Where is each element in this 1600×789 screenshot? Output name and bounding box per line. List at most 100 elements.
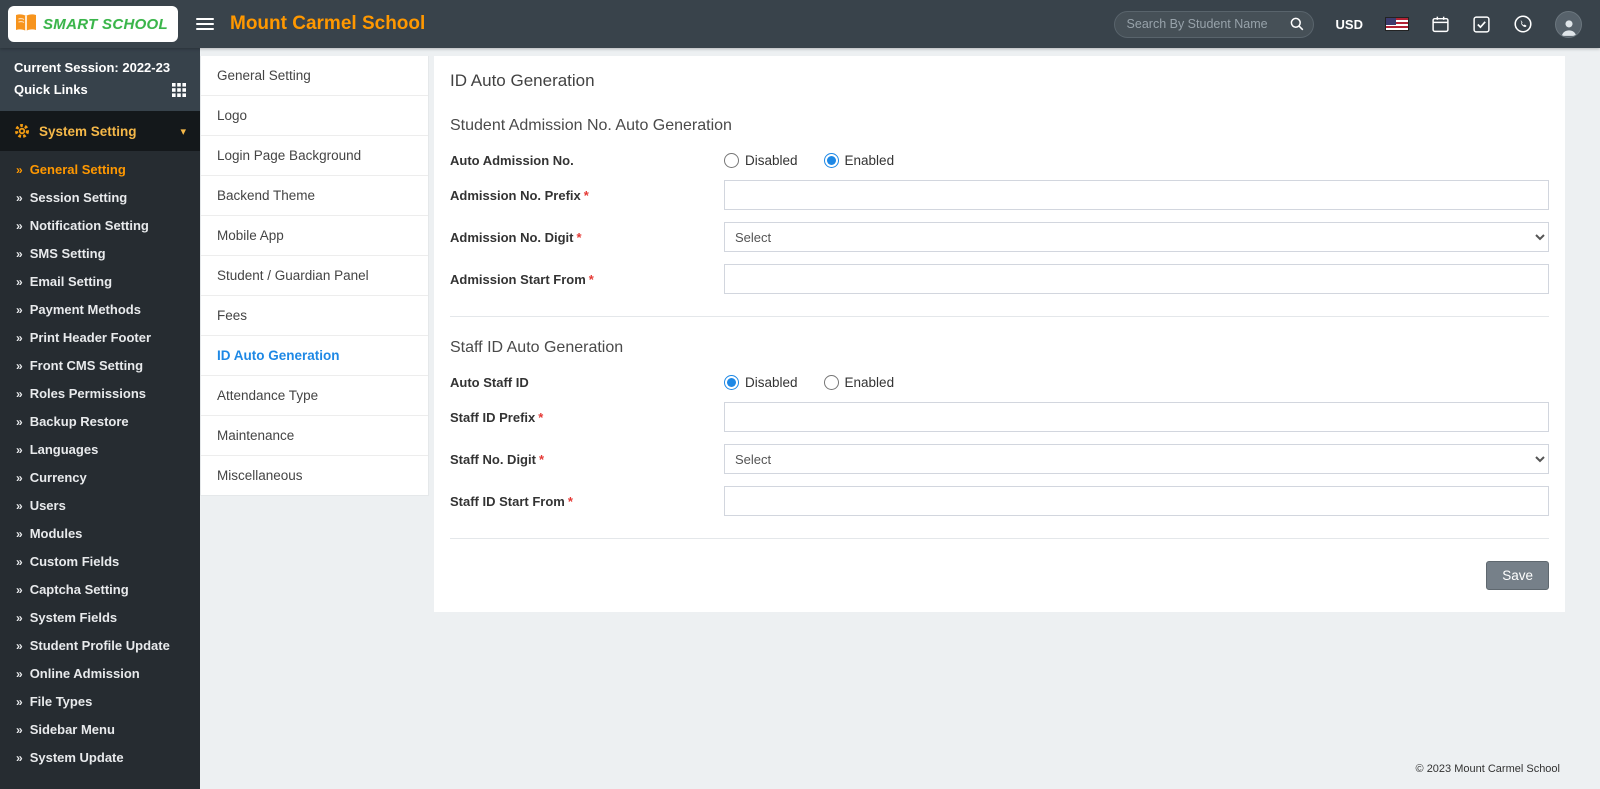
required-marker: *: [567, 493, 573, 509]
double-chevron-icon: »: [16, 191, 23, 205]
required-marker: *: [588, 271, 594, 287]
sidebar-item-front-cms-setting[interactable]: » Front CMS Setting: [0, 352, 200, 380]
double-chevron-icon: »: [16, 359, 23, 373]
auto-admission-row: Auto Admission No. Disabled Enabled: [450, 153, 1549, 168]
sidebar-item-custom-fields[interactable]: » Custom Fields: [0, 548, 200, 576]
admission-digit-row: Admission No. Digit * Select: [450, 222, 1549, 252]
sidebar-item-system-fields[interactable]: » System Fields: [0, 604, 200, 632]
search-input[interactable]: [1126, 17, 1289, 31]
double-chevron-icon: »: [16, 471, 23, 485]
staff-enabled-radio-input[interactable]: [823, 375, 839, 390]
sidebar-item-captcha-setting[interactable]: » Captcha Setting: [0, 576, 200, 604]
tab-fees[interactable]: Fees: [201, 296, 428, 336]
tab-id-auto-generation[interactable]: ID Auto Generation: [201, 336, 428, 376]
tab-login-page-background[interactable]: Login Page Background: [201, 136, 428, 176]
double-chevron-icon: »: [16, 527, 23, 541]
staff-prefix-label: Staff ID Prefix *: [450, 409, 544, 425]
sidebar-item-general-setting[interactable]: » General Setting: [0, 156, 200, 184]
sidebar-item-sidebar-menu[interactable]: » Sidebar Menu: [0, 716, 200, 744]
double-chevron-icon: »: [16, 639, 23, 653]
admission-enabled-radio-input[interactable]: [823, 153, 839, 168]
sidebar-item-session-setting[interactable]: » Session Setting: [0, 184, 200, 212]
tab-attendance-type[interactable]: Attendance Type: [201, 376, 428, 416]
quick-links-grid-icon[interactable]: [172, 83, 186, 97]
double-chevron-icon: »: [16, 387, 23, 401]
tab-maintenance[interactable]: Maintenance: [201, 416, 428, 456]
topbar: SMART SCHOOL Mount Carmel School USD: [0, 0, 1600, 48]
brand-name: SMART SCHOOL: [43, 15, 168, 33]
double-chevron-icon: »: [16, 219, 23, 233]
staff-digit-row: Staff No. Digit * Select: [450, 444, 1549, 474]
staff-prefix-input[interactable]: [724, 402, 1549, 432]
admission-start-input[interactable]: [724, 264, 1549, 294]
tab-logo[interactable]: Logo: [201, 96, 428, 136]
sidebar-item-system-update[interactable]: » System Update: [0, 744, 200, 772]
calendar-icon[interactable]: [1431, 15, 1450, 34]
sidebar-item-system-setting[interactable]: System Setting ▾: [0, 111, 200, 151]
double-chevron-icon: »: [16, 583, 23, 597]
admission-disabled-radio[interactable]: Disabled: [724, 153, 798, 168]
currency-selector[interactable]: USD: [1336, 17, 1363, 32]
sidebar-item-languages[interactable]: » Languages: [0, 436, 200, 464]
save-button[interactable]: Save: [1486, 561, 1549, 590]
staff-prefix-row: Staff ID Prefix *: [450, 402, 1549, 432]
sidebar-item-modules[interactable]: » Modules: [0, 520, 200, 548]
smart-school-logo[interactable]: SMART SCHOOL: [8, 6, 178, 42]
tab-mobile-app[interactable]: Mobile App: [201, 216, 428, 256]
staff-disabled-radio[interactable]: Disabled: [724, 375, 798, 390]
tab-general-setting[interactable]: General Setting: [201, 56, 428, 96]
whatsapp-icon[interactable]: [1513, 14, 1533, 34]
sidebar-item-backup-restore[interactable]: » Backup Restore: [0, 408, 200, 436]
admission-disabled-radio-input[interactable]: [724, 153, 739, 168]
staff-section-title: Staff ID Auto Generation: [450, 339, 624, 356]
sidebar-item-roles-permissions[interactable]: » Roles Permissions: [0, 380, 200, 408]
sidebar-item-currency[interactable]: » Currency: [0, 464, 200, 492]
sidebar-item-print-header-footer[interactable]: » Print Header Footer: [0, 324, 200, 352]
double-chevron-icon: »: [16, 247, 23, 261]
id-auto-generation-panel: ID Auto Generation Student Admission No.…: [434, 56, 1565, 612]
required-marker: *: [538, 451, 544, 467]
required-marker: *: [583, 187, 589, 203]
double-chevron-icon: »: [16, 331, 23, 345]
staff-start-label: Staff ID Start From *: [450, 493, 573, 509]
admission-digit-label: Admission No. Digit *: [450, 229, 582, 245]
sidebar-item-notification-setting[interactable]: » Notification Setting: [0, 212, 200, 240]
sidebar-item-users[interactable]: » Users: [0, 492, 200, 520]
staff-start-input[interactable]: [724, 486, 1549, 516]
double-chevron-icon: »: [16, 667, 23, 681]
sidebar-item-email-setting[interactable]: » Email Setting: [0, 268, 200, 296]
sidebar-item-payment-methods[interactable]: » Payment Methods: [0, 296, 200, 324]
admission-digit-select[interactable]: Select: [724, 222, 1549, 252]
admission-enabled-radio[interactable]: Enabled: [823, 153, 894, 168]
student-search[interactable]: [1113, 10, 1314, 38]
hamburger-menu-icon[interactable]: [196, 15, 214, 33]
staff-enabled-radio[interactable]: Enabled: [823, 375, 894, 390]
section-divider: [450, 316, 1549, 317]
sidebar-item-file-types[interactable]: » File Types: [0, 688, 200, 716]
double-chevron-icon: »: [16, 443, 23, 457]
admission-prefix-input[interactable]: [724, 180, 1549, 210]
task-check-icon[interactable]: [1472, 15, 1491, 34]
double-chevron-icon: »: [16, 275, 23, 289]
admission-start-label: Admission Start From *: [450, 271, 594, 287]
double-chevron-icon: »: [16, 555, 23, 569]
sidebar-item-online-admission[interactable]: » Online Admission: [0, 660, 200, 688]
session-block: Current Session: 2022-23 Quick Links: [0, 48, 200, 111]
admission-start-row: Admission Start From *: [450, 264, 1549, 294]
double-chevron-icon: »: [16, 611, 23, 625]
tab-student-guardian-panel[interactable]: Student / Guardian Panel: [201, 256, 428, 296]
staff-disabled-radio-input[interactable]: [724, 375, 739, 390]
auto-staff-row: Auto Staff ID Disabled Enabled: [450, 375, 1549, 390]
required-marker: *: [576, 229, 582, 245]
search-icon[interactable]: [1289, 16, 1305, 32]
tab-miscellaneous[interactable]: Miscellaneous: [201, 456, 428, 495]
staff-start-row: Staff ID Start From *: [450, 486, 1549, 516]
sidebar-item-sms-setting[interactable]: » SMS Setting: [0, 240, 200, 268]
sidebar-item-student-profile-update[interactable]: » Student Profile Update: [0, 632, 200, 660]
us-flag-icon[interactable]: [1385, 17, 1409, 31]
required-marker: *: [538, 409, 544, 425]
auto-staff-label: Auto Staff ID: [450, 375, 529, 390]
user-avatar[interactable]: [1555, 10, 1582, 38]
staff-digit-select[interactable]: Select: [724, 444, 1549, 474]
tab-backend-theme[interactable]: Backend Theme: [201, 176, 428, 216]
